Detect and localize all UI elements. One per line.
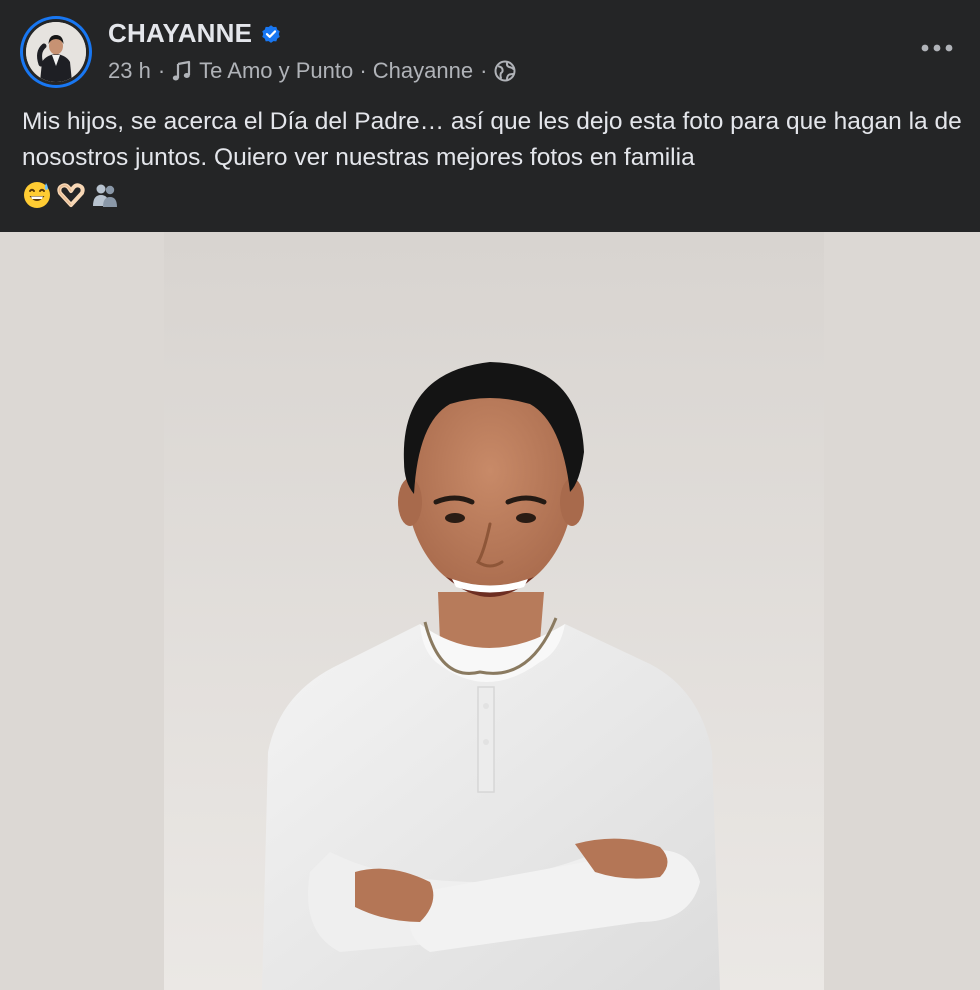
- post-meta: 23 h · Te Amo y Punto · Chayanne ·: [108, 58, 516, 84]
- more-options-icon[interactable]: [920, 34, 954, 62]
- song-link[interactable]: Te Amo y Punto · Chayanne: [199, 58, 473, 84]
- heart-hands-emoji: [56, 180, 86, 210]
- meta-separator: ·: [157, 58, 166, 83]
- author-name[interactable]: CHAYANNE: [108, 18, 252, 49]
- caption-emojis: [22, 180, 120, 210]
- grinning-sweat-emoji: [22, 180, 52, 210]
- post-photo[interactable]: [0, 232, 980, 990]
- author-row: CHAYANNE: [108, 18, 282, 49]
- verified-badge-icon: [260, 23, 282, 45]
- post-time[interactable]: 23 h: [108, 58, 151, 84]
- globe-icon[interactable]: [494, 60, 516, 82]
- music-note-icon: [172, 60, 192, 82]
- avatar[interactable]: [20, 16, 92, 88]
- two-people-emoji: [90, 180, 120, 210]
- post-caption: Mis hijos, se acerca el Día del Padre… a…: [22, 108, 962, 171]
- meta-separator: ·: [480, 58, 488, 83]
- post-header: CHAYANNE 23 h · Te Amo y Punto · Chayann…: [0, 0, 980, 100]
- facebook-post: CHAYANNE 23 h · Te Amo y Punto · Chayann…: [0, 0, 980, 990]
- avatar-photo: [26, 22, 86, 82]
